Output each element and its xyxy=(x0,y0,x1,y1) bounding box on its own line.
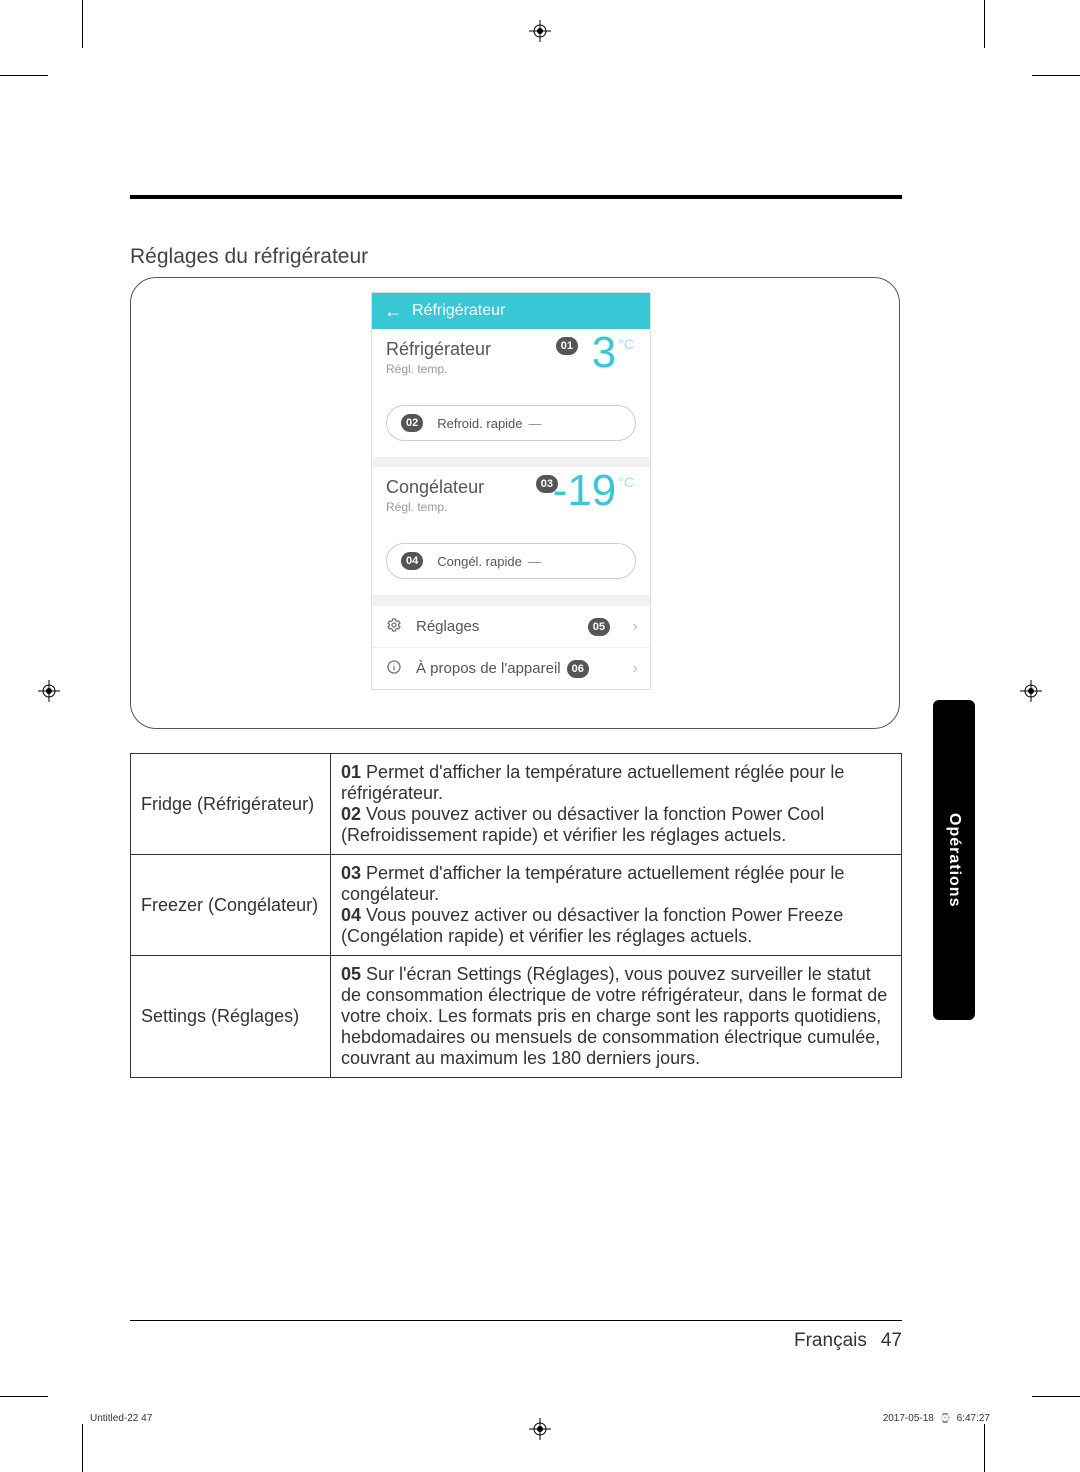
item-text: Permet d'afficher la température actuell… xyxy=(341,863,844,904)
app-header-title: Réfrigérateur xyxy=(412,302,505,320)
power-freeze-label: Congél. rapide xyxy=(437,554,522,569)
item-text: Vous pouvez activer ou désactiver la fon… xyxy=(341,804,824,845)
item-num: 04 xyxy=(341,905,361,925)
footer-page-number: 47 xyxy=(881,1330,902,1352)
registration-mark-icon xyxy=(38,680,60,702)
info-icon xyxy=(386,659,406,679)
row-label: Fridge (Réfrigérateur) xyxy=(131,754,331,855)
footer-rule xyxy=(130,1320,902,1321)
fridge-temp-unit: °C xyxy=(618,337,634,351)
phone-screen: ← Réfrigérateur Réfrigérateur Régl. temp… xyxy=(371,292,651,690)
row-desc: 03 Permet d'afficher la température actu… xyxy=(331,855,902,956)
about-label: À propos de l'appareil xyxy=(416,660,561,677)
page: Réglages du réfrigérateur ← Réfrigérateu… xyxy=(0,0,1080,1472)
row-desc: 01 Permet d'afficher la température actu… xyxy=(331,754,902,855)
slug-time: 6:47:27 xyxy=(957,1413,990,1424)
description-table: Fridge (Réfrigérateur) 01 Permet d'affic… xyxy=(130,753,902,1078)
chevron-right-icon: › xyxy=(633,660,638,678)
freezer-temp-value: -19 xyxy=(553,469,617,513)
power-freeze-pill[interactable]: 04 Congél. rapide — xyxy=(386,543,636,579)
content-area: Réglages du réfrigérateur ← Réfrigérateu… xyxy=(130,195,902,1078)
item-num: 05 xyxy=(341,964,361,984)
device-frame: ← Réfrigérateur Réfrigérateur Régl. temp… xyxy=(130,277,900,729)
power-cool-state: — xyxy=(529,416,542,431)
trim-mark xyxy=(82,1424,83,1472)
print-slug-right: 2017-05-18 ⌚ 6:47:27 xyxy=(883,1413,990,1424)
item-text: Permet d'afficher la température actuell… xyxy=(341,762,844,803)
separator xyxy=(372,595,650,605)
trim-mark xyxy=(82,0,83,48)
freezer-card[interactable]: Congélateur Régl. temp. 03 -19 °C xyxy=(372,467,650,533)
item-text: Vous pouvez activer ou désactiver la fon… xyxy=(341,905,843,946)
power-freeze-state: — xyxy=(528,554,541,569)
freezer-temp: -19 °C xyxy=(553,469,634,513)
row-label: Freezer (Congélateur) xyxy=(131,855,331,956)
page-footer: Français 47 xyxy=(130,1330,902,1352)
section-tab-label: Opérations xyxy=(945,813,963,907)
callout-badge-06: 06 xyxy=(567,660,589,678)
registration-mark-icon xyxy=(529,20,551,42)
chevron-right-icon: › xyxy=(633,618,638,636)
table-row: Fridge (Réfrigérateur) 01 Permet d'affic… xyxy=(131,754,902,855)
item-num: 03 xyxy=(341,863,361,883)
item-num: 02 xyxy=(341,804,361,824)
item-num: 01 xyxy=(341,762,361,782)
trim-mark xyxy=(0,75,48,76)
row-desc: 05 Sur l'écran Settings (Réglages), vous… xyxy=(331,956,902,1078)
footer-language: Français xyxy=(794,1330,867,1352)
registration-mark-icon xyxy=(1020,680,1042,702)
trim-mark xyxy=(984,1424,985,1472)
trim-mark xyxy=(984,0,985,48)
trim-mark xyxy=(1032,1396,1080,1397)
callout-badge-05: 05 xyxy=(588,618,610,636)
top-rule xyxy=(130,195,902,199)
trim-mark xyxy=(1032,75,1080,76)
app-header[interactable]: ← Réfrigérateur xyxy=(372,293,650,329)
print-slug-left: Untitled-22 47 xyxy=(90,1413,152,1424)
fridge-card[interactable]: Réfrigérateur Régl. temp. 01 3 °C xyxy=(372,329,650,395)
callout-badge-02: 02 xyxy=(401,414,423,432)
item-text: Sur l'écran Settings (Réglages), vous po… xyxy=(341,964,887,1068)
callout-badge-04: 04 xyxy=(401,552,423,570)
back-arrow-icon[interactable]: ← xyxy=(384,302,402,320)
settings-row[interactable]: Réglages 05 › xyxy=(372,605,650,647)
freezer-quick-row: 04 Congél. rapide — xyxy=(372,533,650,595)
table-row: Freezer (Congélateur) 03 Permet d'affich… xyxy=(131,855,902,956)
trim-mark xyxy=(0,1396,48,1397)
freezer-temp-unit: °C xyxy=(618,475,634,489)
fridge-quick-row: 02 Refroid. rapide — xyxy=(372,395,650,457)
section-tab: Opérations xyxy=(933,700,975,1020)
power-cool-pill[interactable]: 02 Refroid. rapide — xyxy=(386,405,636,441)
table-row: Settings (Réglages) 05 Sur l'écran Setti… xyxy=(131,956,902,1078)
fridge-temp: 3 °C xyxy=(592,331,634,375)
settings-label: Réglages xyxy=(416,618,479,635)
clock-icon: ⌚ xyxy=(940,1413,951,1423)
section-title: Réglages du réfrigérateur xyxy=(130,245,902,269)
callout-badge-01: 01 xyxy=(556,337,578,355)
row-label: Settings (Réglages) xyxy=(131,956,331,1078)
gear-icon xyxy=(386,617,406,637)
about-row[interactable]: À propos de l'appareil 06 › xyxy=(372,647,650,689)
fridge-temp-value: 3 xyxy=(592,331,616,375)
slug-date: 2017-05-18 xyxy=(883,1413,934,1424)
registration-mark-icon xyxy=(529,1418,551,1440)
power-cool-label: Refroid. rapide xyxy=(437,416,522,431)
